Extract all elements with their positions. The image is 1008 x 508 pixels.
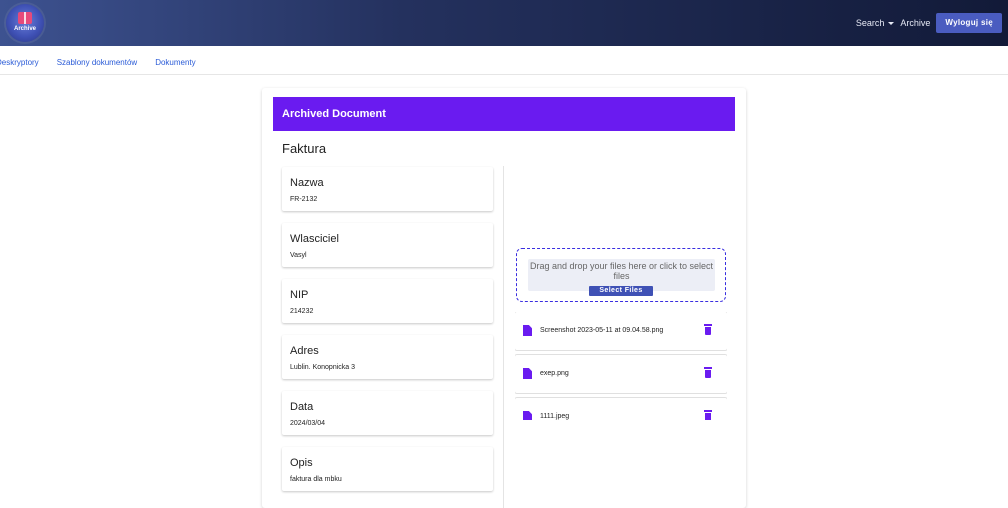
field-value: 2024/03/04 [290, 420, 326, 427]
archive-link[interactable]: Archive [900, 18, 930, 28]
field-opis: Opis faktura dla mbku [282, 447, 493, 491]
field-value: Vasyl [290, 252, 307, 259]
field-label: NIP [290, 289, 309, 301]
sub-navigation: Deskryptory Szablony dokumentów Dokument… [0, 58, 196, 72]
chevron-down-icon [888, 21, 895, 25]
subnav-item-deskryptory[interactable]: Deskryptory [0, 58, 39, 72]
delete-icon[interactable] [704, 367, 712, 378]
app-logo[interactable]: Archive [6, 4, 44, 42]
delete-icon[interactable] [704, 324, 712, 335]
field-wlasciciel: Wlasciciel Vasyl [282, 223, 493, 267]
document-card: Archived Document Faktura Nazwa FR-2132 … [262, 88, 746, 508]
dropzone-text: Drag and drop your files here or click t… [529, 261, 714, 281]
dropzone-inner: Drag and drop your files here or click t… [528, 259, 715, 296]
card-header: Archived Document [273, 97, 735, 131]
field-nazwa: Nazwa FR-2132 [282, 167, 493, 211]
trash-lid [704, 367, 712, 369]
search-dropdown-label: Search [855, 18, 885, 28]
trash-lid [704, 324, 712, 326]
field-label: Data [290, 401, 314, 413]
top-navbar: Archive Search Archive Wyloguj się [0, 0, 1008, 46]
field-data: Data 2024/03/04 [282, 391, 493, 435]
field-adres: Adres Lublin. Konopnicka 3 [282, 335, 493, 379]
search-dropdown[interactable]: Search [856, 18, 895, 28]
file-name: 1111.jpeg [540, 413, 570, 420]
trash-body [705, 413, 711, 420]
file-icon [523, 325, 532, 336]
field-value: Lublin. Konopnicka 3 [290, 364, 355, 371]
field-label: Wlasciciel [290, 233, 339, 245]
file-list[interactable]: Screenshot 2023-05-11 at 09.04.58.png ex… [515, 312, 727, 420]
logo-text: Archive [13, 26, 36, 32]
trash-body [705, 370, 711, 378]
nav-right: Search Archive Wyloguj się [856, 12, 1002, 34]
file-item[interactable]: Screenshot 2023-05-11 at 09.04.58.png [515, 312, 727, 350]
field-value: faktura dla mbku [290, 476, 342, 483]
logout-button[interactable]: Wyloguj się [936, 13, 1002, 33]
subnav-divider [0, 74, 1008, 75]
trash-body [705, 327, 711, 335]
file-icon [523, 368, 532, 379]
subnav-item-szablony[interactable]: Szablony dokumentów [57, 58, 138, 72]
field-value: 214232 [290, 308, 314, 315]
file-name: exep.png [540, 370, 569, 377]
document-title: Faktura [282, 141, 327, 156]
file-dropzone[interactable]: Drag and drop your files here or click t… [516, 248, 726, 302]
field-nip: NIP 214232 [282, 279, 493, 323]
file-icon [523, 411, 532, 420]
subnav-item-dokumenty[interactable]: Dokumenty [155, 58, 195, 72]
logo-book-icon [18, 12, 32, 24]
file-item[interactable]: 1111.jpeg [515, 398, 727, 420]
field-value: FR-2132 [290, 196, 318, 203]
file-item[interactable]: exep.png [515, 355, 727, 393]
field-label: Nazwa [290, 177, 324, 189]
delete-icon[interactable] [704, 410, 712, 420]
trash-lid [704, 410, 712, 412]
select-files-button[interactable]: Select Files [589, 286, 653, 296]
file-name: Screenshot 2023-05-11 at 09.04.58.png [540, 327, 664, 334]
field-label: Adres [290, 345, 319, 357]
field-label: Opis [290, 457, 313, 469]
column-divider [503, 166, 504, 508]
